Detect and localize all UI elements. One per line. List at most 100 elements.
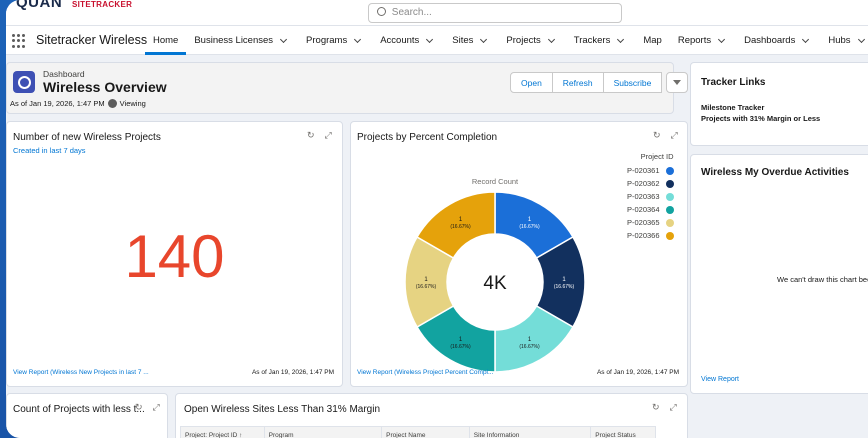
overdue-activities-card: Wireless My Overdue Activities We can't … (690, 154, 868, 394)
chevron-down-icon[interactable] (354, 35, 362, 43)
column-header-project-id[interactable]: Project: Project ID ↑ (181, 427, 265, 438)
legend-item[interactable]: P-020361 (627, 164, 674, 177)
legend-item[interactable]: P-020362 (627, 177, 674, 190)
nav-item[interactable]: Trackers (566, 26, 636, 55)
nav-item-label: Reports (677, 35, 712, 46)
legend-label: P-020364 (627, 205, 660, 214)
chevron-down-icon[interactable] (279, 35, 288, 43)
viewing-label: Viewing (119, 99, 146, 108)
open-sites-card: Open Wireless Sites Less Than 31% Margin… (175, 393, 688, 438)
app-window: QUAN SITETRACKER Search... Sitetracker W… (6, 0, 868, 438)
count-projects-card: Count of Projects with less t... ↻ ⤢ (6, 393, 168, 438)
expand-icon[interactable]: ⤢ (153, 402, 160, 413)
legend-swatch (665, 166, 674, 175)
view-report-link[interactable]: View Report (Wireless New Projects in la… (13, 369, 149, 376)
legend-item[interactable]: P-020365 (627, 216, 674, 229)
nav-item-label: Business Licenses (194, 35, 274, 46)
legend-swatch (665, 231, 674, 240)
view-report-link[interactable]: View Report (701, 376, 739, 383)
column-header-project-name[interactable]: Project Name (382, 427, 470, 438)
milestone-tracker-link[interactable]: Milestone Tracker (701, 103, 764, 112)
more-actions-button[interactable] (666, 72, 689, 93)
nav-item-label: Projects (506, 35, 541, 46)
percent-completion-card: Projects by Percent Completion ↻ ⤢ Recor… (350, 121, 688, 387)
nav-item[interactable]: Hubs (820, 26, 868, 55)
refresh-button[interactable]: Refresh (551, 72, 604, 93)
card-title: Count of Projects with less t... (13, 404, 145, 415)
nav-item-label: Dashboards (744, 35, 796, 46)
legend-swatch (665, 205, 674, 214)
card-subtitle: Created in last 7 days (13, 146, 86, 155)
legend-title: Project ID (640, 152, 674, 161)
app-launcher-icon[interactable] (12, 34, 26, 48)
expand-icon[interactable]: ⤢ (671, 130, 678, 141)
nav-item-label: Sites (452, 35, 474, 46)
tracker-links-card: Tracker Links Milestone Tracker Projects… (690, 62, 868, 146)
nav-item[interactable]: Reports (670, 26, 736, 55)
refresh-icon[interactable]: ↻ (652, 402, 660, 413)
slice-percent-label: (16.67%) (416, 284, 437, 290)
column-header-site-info[interactable]: Site Information (470, 427, 592, 438)
global-search-input[interactable]: Search... (368, 3, 622, 23)
donut-center-total: 4K (483, 273, 507, 294)
nav-item-label: Trackers (573, 35, 611, 46)
chevron-down-icon[interactable] (857, 35, 865, 43)
nav-items: Home Business Licenses Programs Accounts Sit… (145, 26, 868, 55)
open-button[interactable]: Open (510, 72, 553, 93)
expand-icon[interactable]: ⤢ (670, 402, 677, 413)
chevron-down-icon[interactable] (617, 35, 625, 43)
nav-item-label: Home (153, 34, 179, 46)
margin-projects-link[interactable]: Projects with 31% Margin or Less (701, 114, 820, 123)
legend-swatch (665, 218, 674, 227)
new-projects-card: Number of new Wireless Projects Created … (6, 121, 343, 387)
slice-percent-label: (16.67%) (450, 224, 471, 230)
chevron-down-icon (673, 80, 682, 85)
refresh-icon[interactable]: ↻ (653, 130, 661, 141)
chevron-down-icon[interactable] (547, 35, 555, 43)
legend-item[interactable]: P-020363 (627, 190, 674, 203)
nav-item[interactable]: Accounts (372, 26, 444, 55)
column-header-program[interactable]: Program (265, 427, 383, 438)
legend-label: P-020365 (627, 218, 660, 227)
global-header: QUAN SITETRACKER Search... (6, 0, 868, 26)
expand-icon[interactable]: ⤢ (325, 130, 332, 141)
nav-item[interactable]: Dashboards (736, 26, 820, 55)
navigation-bar: Sitetracker Wireless Home Business Licens… (6, 26, 868, 55)
nav-item[interactable]: Projects (498, 26, 565, 55)
slice-percent-label: (16.67%) (519, 344, 540, 350)
chart-title: Record Count (472, 177, 519, 186)
nav-item[interactable]: Map (635, 26, 669, 55)
nav-item[interactable]: Sites (444, 26, 498, 55)
dashboard-kicker: Dashboard (43, 69, 85, 79)
subscribe-button[interactable]: Subscribe (602, 72, 663, 93)
legend-item[interactable]: P-020366 (627, 229, 674, 242)
company-logo: QUAN (16, 0, 63, 11)
chart-legend: Project ID P-020361 P-020362 P-020363 P-0203… (627, 152, 674, 242)
search-placeholder: Search... (391, 7, 432, 18)
table-header: Project: Project ID ↑ Program Project Na… (180, 426, 656, 438)
chevron-down-icon[interactable] (480, 35, 488, 43)
chevron-down-icon[interactable] (718, 35, 726, 43)
refresh-icon[interactable]: ↻ (307, 130, 315, 141)
nav-item-label: Map (643, 35, 662, 46)
nav-item[interactable]: Programs (298, 26, 372, 55)
slice-percent-label: (16.67%) (450, 344, 471, 350)
legend-label: P-020366 (627, 231, 660, 240)
nav-item[interactable]: Home (145, 26, 187, 55)
chevron-down-icon[interactable] (802, 35, 810, 43)
card-title: Projects by Percent Completion (357, 132, 498, 143)
nav-item[interactable]: Business Licenses (186, 26, 298, 55)
nav-item-label: Accounts (380, 35, 420, 46)
card-timestamp: As of Jan 19, 2026, 1:47 PM (596, 369, 679, 376)
legend-label: P-020361 (627, 166, 660, 175)
slice-percent-label: (16.67%) (554, 284, 575, 290)
legend-item[interactable]: P-020364 (627, 203, 674, 216)
column-header-project-status[interactable]: Project Status (591, 427, 655, 438)
card-title: Open Wireless Sites Less Than 31% Margin (184, 404, 381, 415)
tracker-links-title: Tracker Links (701, 77, 766, 88)
viewing-info-icon[interactable] (107, 99, 117, 108)
refresh-icon[interactable]: ↻ (135, 402, 143, 413)
chevron-down-icon[interactable] (426, 35, 434, 43)
view-report-link[interactable]: View Report (Wireless Project Percent Co… (357, 369, 493, 376)
donut-chart: Record Count1(16.67%)1(16.67%)1(16.67%)1… (404, 177, 586, 372)
